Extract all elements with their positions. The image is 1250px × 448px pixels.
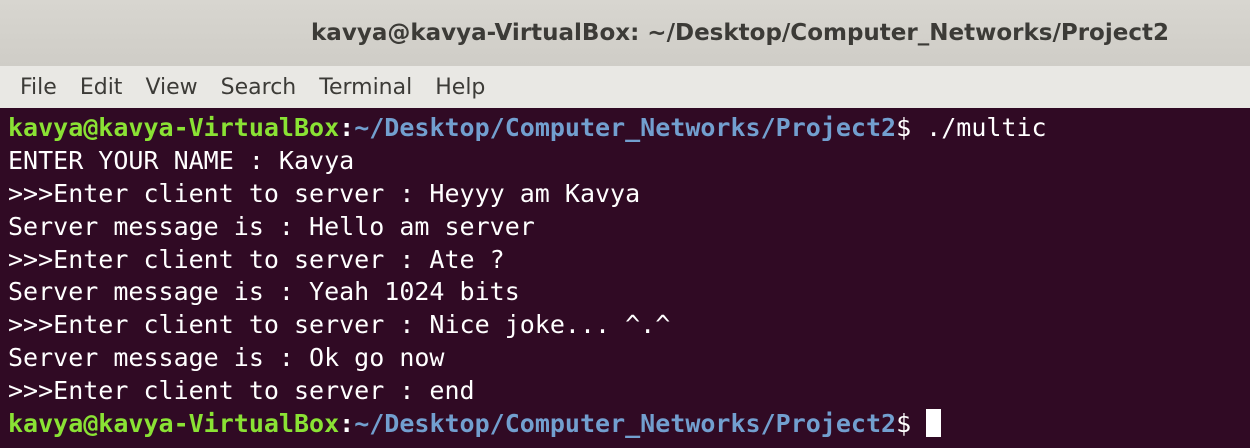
output-line: Server message is : Yeah 1024 bits — [8, 277, 520, 307]
output-line: >>>Enter client to server : Nice joke...… — [8, 310, 671, 340]
terminal-area[interactable]: kavya@kavya-VirtualBox:~/Desktop/Compute… — [0, 108, 1250, 448]
output-line: ENTER YOUR NAME : Kavya — [8, 145, 355, 175]
prompt-path: ~/Desktop/Computer_Networks/Project2 — [354, 113, 897, 142]
prompt-symbol: $ — [896, 113, 912, 142]
output-line: Server message is : Hello am server — [8, 211, 535, 241]
output-line: >>>Enter client to server : Heyyy am Kav… — [8, 178, 641, 208]
prompt-user-host: kavya@kavya-VirtualBox — [8, 409, 340, 439]
output-line: Server message is : Ok go now — [8, 343, 445, 373]
current-prompt-line: kavya@kavya-VirtualBox:~/Desktop/Compute… — [8, 408, 1250, 441]
menu-search[interactable]: Search — [221, 75, 297, 100]
prompt-symbol: $ — [896, 409, 912, 439]
output-line: >>>Enter client to server : end — [8, 376, 475, 406]
title-bar[interactable]: kavya@kavya-VirtualBox: ~/Desktop/Comput… — [0, 0, 1250, 66]
menu-file[interactable]: File — [20, 75, 57, 100]
menu-help[interactable]: Help — [435, 75, 485, 100]
prompt-user-host: kavya@kavya-VirtualBox — [8, 113, 340, 142]
menu-view[interactable]: View — [145, 75, 197, 100]
terminal-window: kavya@kavya-VirtualBox: ~/Desktop/Comput… — [0, 0, 1250, 448]
command-line: kavya@kavya-VirtualBox:~/Desktop/Compute… — [8, 112, 1250, 145]
prompt-path: ~/Desktop/Computer_Networks/Project2 — [354, 409, 897, 439]
output-line: >>>Enter client to server : Ate ? — [8, 244, 505, 274]
window-title: kavya@kavya-VirtualBox: ~/Desktop/Comput… — [311, 20, 1169, 46]
menu-edit[interactable]: Edit — [80, 75, 123, 100]
prompt-separator: : — [339, 409, 355, 439]
menu-terminal[interactable]: Terminal — [319, 75, 412, 100]
prompt-separator: : — [339, 113, 355, 142]
command-text: ./multic — [911, 113, 1047, 142]
menu-bar: File Edit View Search Terminal Help — [0, 66, 1250, 108]
text-cursor — [926, 409, 942, 438]
